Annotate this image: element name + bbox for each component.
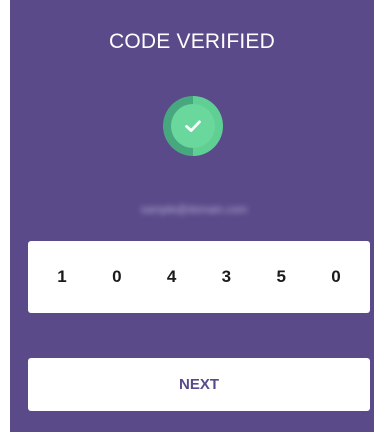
verification-panel: CODE VERIFIED sample@domain.com 1 0 4 3 … (10, 0, 374, 432)
check-circle-inner (171, 104, 215, 148)
check-circle-icon (163, 96, 223, 156)
next-button[interactable]: NEXT (28, 358, 370, 411)
email-address-text: sample@domain.com (140, 204, 248, 216)
checkmark-icon (185, 120, 201, 132)
screen: CODE VERIFIED sample@domain.com 1 0 4 3 … (0, 0, 384, 432)
code-digit: 3 (221, 267, 232, 286)
email-address: sample@domain.com (122, 204, 266, 216)
code-digit: 5 (276, 267, 286, 286)
code-digit: 0 (331, 267, 341, 286)
verification-code-input[interactable]: 1 0 4 3 5 0 (28, 241, 370, 313)
page-title: CODE VERIFIED (109, 30, 275, 53)
code-digit: 4 (166, 267, 177, 286)
code-digit: 0 (112, 267, 122, 286)
code-digit: 1 (57, 267, 67, 286)
